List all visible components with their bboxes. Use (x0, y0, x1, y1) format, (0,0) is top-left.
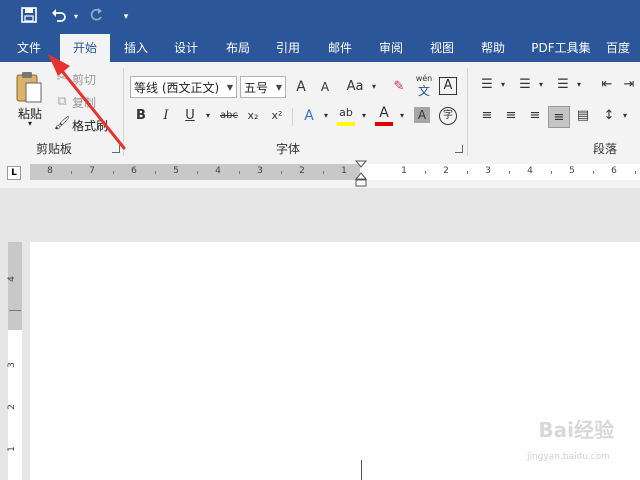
annotation-arrow-icon (48, 54, 126, 150)
